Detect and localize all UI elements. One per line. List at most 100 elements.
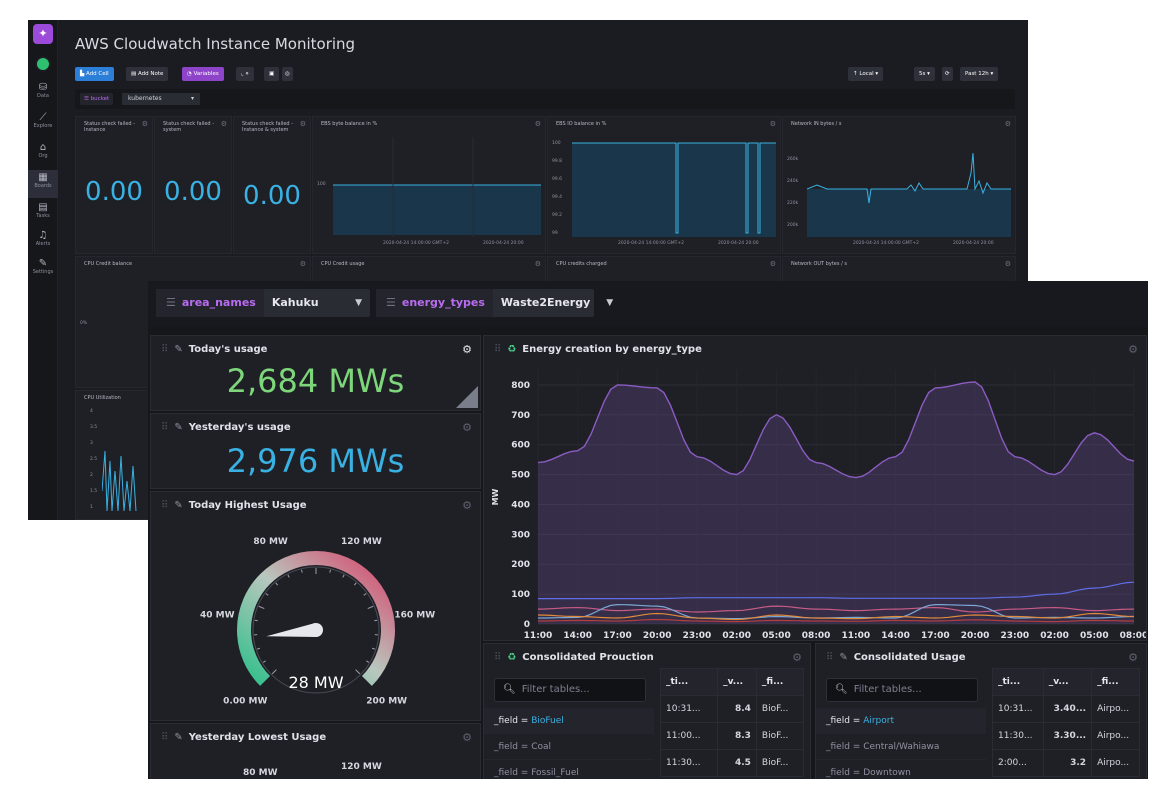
table-list-item[interactable]: _field = Coal: [484, 734, 654, 760]
y-tick-label: 400: [511, 500, 530, 510]
gear-icon[interactable]: ⚙: [462, 343, 472, 356]
user-avatar[interactable]: [35, 56, 51, 72]
gear-icon[interactable]: ⚙: [300, 120, 306, 128]
gear-icon[interactable]: ⚙: [221, 120, 227, 128]
gear-icon[interactable]: ⚙: [770, 120, 776, 128]
gear-icon[interactable]: ⚙: [300, 260, 306, 268]
annotations-toggle[interactable]: ⌞ ⋄: [236, 67, 254, 81]
y-tick-label: 0: [524, 620, 530, 630]
gear-icon[interactable]: ⚙: [462, 421, 472, 434]
chevron-down-icon: ▾: [925, 71, 930, 77]
recycle-icon: ♻: [507, 652, 517, 663]
filter-tables-input[interactable]: 🔍︎ Filter tables...: [494, 678, 646, 702]
y-tick-label: 300: [511, 530, 530, 540]
recycle-icon: ♻: [507, 344, 517, 355]
usage-table: _ti... _v... _fi... 10:31... 3.40... Airpo..…: [992, 668, 1140, 779]
gauge-tick: [371, 647, 376, 650]
series-area: [538, 382, 1134, 624]
refresh-button[interactable]: ⟳: [942, 67, 953, 81]
gauge-tick: [329, 569, 331, 573]
nav-item-boards[interactable]: ▦ Boards: [28, 170, 58, 198]
table-list-item[interactable]: _field = Downtown: [816, 760, 986, 779]
y-tick-label: 200: [511, 560, 530, 570]
nav-item-alerts[interactable]: ♫ Alerts: [28, 230, 58, 247]
help-button[interactable]: ◎: [282, 67, 293, 81]
variable-value-dropdown[interactable]: kubernetes ▾: [122, 93, 200, 105]
y-tick-label: 600: [511, 441, 530, 451]
table-list-item[interactable]: _field = Airport: [816, 708, 986, 734]
gear-icon[interactable]: ⚙: [142, 120, 148, 128]
drag-handle-icon[interactable]: ⠿: [161, 344, 168, 355]
gear-icon[interactable]: ⚙: [1005, 120, 1011, 128]
refresh-icon: ⟳: [945, 71, 950, 77]
stat-value: 0.00: [85, 177, 143, 207]
add-note-button[interactable]: ▤ Add Note: [126, 67, 169, 81]
chevron-down-icon: ▼: [606, 298, 614, 308]
gear-icon[interactable]: ⚙: [770, 260, 776, 268]
gear-icon[interactable]: ⚙: [792, 651, 802, 664]
nav-item-org[interactable]: ⌂ Org: [28, 142, 58, 159]
x-tick-label: 02:00: [722, 631, 751, 641]
x-tick-label: 17:00: [603, 631, 632, 641]
drag-handle-icon: ☰: [166, 296, 176, 309]
todays-usage-cell: ⠿ ✎ Today's usage ⚙ 2,684 MWs: [150, 335, 481, 411]
gear-icon[interactable]: ⚙: [535, 260, 541, 268]
table-list-item[interactable]: _field = Fossil_Fuel: [484, 760, 654, 779]
gauge-tick: [265, 593, 269, 596]
gauge-chart: 0.00 MW 40 MW 80 MW 120 MW 160 MW 200 MW 28 MW: [200, 537, 435, 707]
chevron-down-icon: ▼: [355, 298, 362, 308]
pencil-icon: ✎: [839, 652, 848, 663]
gear-icon[interactable]: ⚙: [462, 731, 472, 744]
gear-icon[interactable]: ⚙: [1128, 343, 1138, 356]
x-tick-label: 23:00: [1000, 631, 1029, 641]
org-icon: ⌂: [39, 142, 47, 153]
table-list-item[interactable]: _field = BioFuel: [484, 708, 654, 734]
today-highest-usage-cell: ⠿ ✎ Today Highest Usage ⚙ 0.00 MW 40 MW 80 M…: [150, 491, 481, 721]
refresh-interval-dropdown[interactable]: 5s ▾: [914, 67, 935, 81]
gear-icon[interactable]: ⚙: [535, 120, 541, 128]
drag-handle-icon[interactable]: ⠿: [161, 422, 168, 433]
influx-logo-icon[interactable]: ✦: [33, 24, 53, 44]
variable-area-names[interactable]: ☰ area_names Kahuku ▼: [156, 289, 370, 317]
drag-handle-icon[interactable]: ⠿: [161, 500, 168, 511]
drag-handle-icon[interactable]: ⠿: [494, 652, 501, 663]
nav-item-explore[interactable]: ⟋ Explore: [28, 112, 58, 129]
presentation-button[interactable]: ▣: [264, 67, 280, 81]
drag-handle-icon[interactable]: ⠿: [826, 652, 833, 663]
cell-title: Yesterday Lowest Usage: [188, 732, 327, 743]
add-cell-button[interactable]: ▙ Add Cell: [75, 67, 114, 81]
x-tick-label: 05:00: [1080, 631, 1109, 641]
gauge-tick: [258, 605, 265, 610]
gauge-needle-hub: [309, 623, 323, 637]
gauge-tick-label: 120 MW: [341, 537, 382, 547]
variables-button[interactable]: ◔ Variables: [182, 67, 224, 81]
variable-energy-types[interactable]: ☰ energy_types Waste2Energy ▼: [376, 289, 613, 317]
drag-handle-icon[interactable]: ⠿: [494, 344, 501, 355]
stat-cell-instance: Status check failed - Instance ⚙ 0.00: [75, 116, 153, 254]
gear-icon[interactable]: ⚙: [1128, 651, 1138, 664]
table-list-item[interactable]: _field = Central/Wahiawa: [816, 734, 986, 760]
time-range-dropdown[interactable]: Past 12h ▾: [960, 67, 999, 81]
drag-handle-icon[interactable]: ⠿: [161, 732, 168, 743]
gear-icon[interactable]: ⚙: [1005, 260, 1011, 268]
resize-handle-icon[interactable]: [456, 386, 478, 408]
nav-item-tasks[interactable]: ▤ Tasks: [28, 202, 58, 219]
timezone-dropdown[interactable]: ↑ Local ▾: [848, 67, 884, 81]
y-tick-label: 500: [511, 471, 530, 481]
table-list: _field = BioFuel _field = Coal _field = …: [484, 708, 654, 779]
table-row: 11:00... 8.3 BioF...: [659, 722, 805, 750]
x-tick-label: 11:00: [842, 631, 871, 641]
filter-tables-input[interactable]: 🔍︎ Filter tables...: [826, 678, 978, 702]
nav-item-data[interactable]: ⛁ Data: [28, 82, 58, 99]
table-header-row: _ti... _v... _fi...: [659, 668, 805, 696]
yesterday-lowest-usage-cell: ⠿ ✎ Yesterday Lowest Usage ⚙ 80 MW 120 MW: [150, 723, 481, 779]
stat-cell-system: Status check failed - system ⚙ 0.00: [154, 116, 232, 254]
graph-cell-network-in: Network IN bytes / s ⚙ 260k 240k 220k 20…: [782, 116, 1016, 254]
y-axis-label: MW: [491, 488, 500, 505]
nav-item-settings[interactable]: ✎ Settings: [28, 258, 58, 275]
gear-icon[interactable]: ⚙: [462, 499, 472, 512]
variable-key-bucket: ☰ bucket: [80, 93, 114, 105]
gauge-arc: [237, 551, 395, 686]
bell-icon: ♫: [38, 230, 48, 241]
variables-bar: ☰ bucket kubernetes ▾: [75, 89, 1015, 109]
